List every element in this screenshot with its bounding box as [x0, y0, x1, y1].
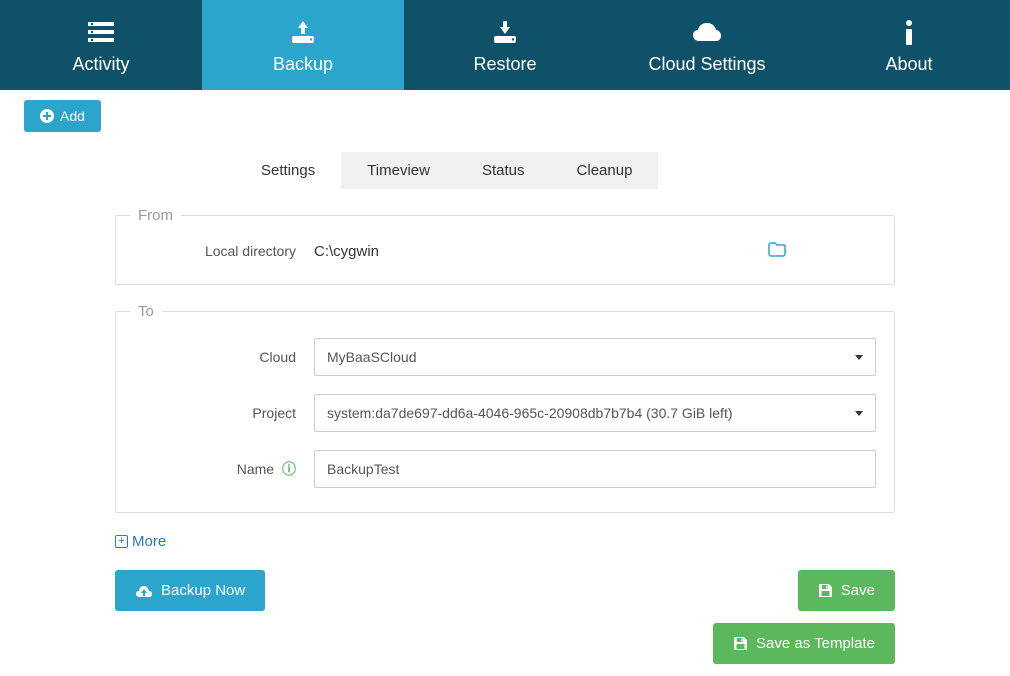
save-icon [733, 636, 748, 651]
save-label: Save [841, 582, 875, 599]
add-button[interactable]: Add [24, 100, 101, 132]
nav-activity[interactable]: Activity [0, 0, 202, 90]
name-input[interactable] [314, 450, 876, 488]
subtab-status[interactable]: Status [456, 152, 551, 189]
cloud-select[interactable]: MyBaaSCloud [314, 338, 876, 376]
nav-label: Activity [72, 54, 129, 75]
subtabs: Settings Timeview Status Cleanup [235, 152, 895, 189]
save-as-template-button[interactable]: Save as Template [713, 623, 895, 664]
add-button-label: Add [60, 108, 85, 124]
local-directory-value: C:\cygwin [314, 243, 379, 260]
restore-icon [489, 16, 521, 48]
nav-about[interactable]: About [808, 0, 1010, 90]
plus-box-icon: + [115, 535, 128, 548]
backup-now-label: Backup Now [161, 582, 245, 599]
nav-label: Cloud Settings [648, 54, 765, 75]
folder-icon [768, 242, 786, 257]
more-label: More [132, 533, 166, 550]
to-panel: To Cloud MyBaaSCloud Project system:da7d… [115, 303, 895, 513]
nav-restore[interactable]: Restore [404, 0, 606, 90]
name-label: Name ⓘ [134, 459, 314, 479]
nav-backup[interactable]: Backup [202, 0, 404, 90]
top-nav: Activity Backup Restore Cloud Settings A… [0, 0, 1010, 90]
action-row: Backup Now Save Save as Template [115, 570, 895, 664]
save-icon [818, 583, 833, 598]
chevron-down-icon [855, 355, 863, 360]
local-directory-label: Local directory [134, 243, 314, 259]
chevron-down-icon [855, 411, 863, 416]
cloud-icon [691, 16, 723, 48]
subtab-timeview[interactable]: Timeview [341, 152, 456, 189]
nav-cloud-settings[interactable]: Cloud Settings [606, 0, 808, 90]
info-icon[interactable]: ⓘ [282, 461, 296, 477]
save-button[interactable]: Save [798, 570, 895, 611]
subtab-cleanup[interactable]: Cleanup [551, 152, 659, 189]
plus-circle-icon [40, 109, 54, 123]
about-icon [893, 16, 925, 48]
from-legend: From [130, 207, 181, 224]
add-row: Add [0, 90, 1010, 132]
nav-label: Restore [473, 54, 536, 75]
backup-now-button[interactable]: Backup Now [115, 570, 265, 611]
project-label: Project [134, 405, 314, 421]
project-select[interactable]: system:da7de697-dd6a-4046-965c-20908db7b… [314, 394, 876, 432]
cloud-upload-icon [135, 584, 153, 598]
activity-icon [85, 16, 117, 48]
from-panel: From Local directory C:\cygwin [115, 207, 895, 285]
project-select-value: system:da7de697-dd6a-4046-965c-20908db7b… [327, 405, 733, 421]
backup-icon [287, 16, 319, 48]
cloud-select-value: MyBaaSCloud [327, 349, 417, 365]
more-toggle[interactable]: + More [115, 533, 166, 550]
cloud-label: Cloud [134, 349, 314, 365]
browse-folder-button[interactable] [768, 242, 786, 260]
subtab-settings[interactable]: Settings [235, 152, 341, 189]
to-legend: To [130, 303, 162, 320]
main-content: Settings Timeview Status Cleanup From Lo… [115, 152, 895, 664]
nav-label: About [885, 54, 932, 75]
nav-label: Backup [273, 54, 333, 75]
save-as-template-label: Save as Template [756, 635, 875, 652]
